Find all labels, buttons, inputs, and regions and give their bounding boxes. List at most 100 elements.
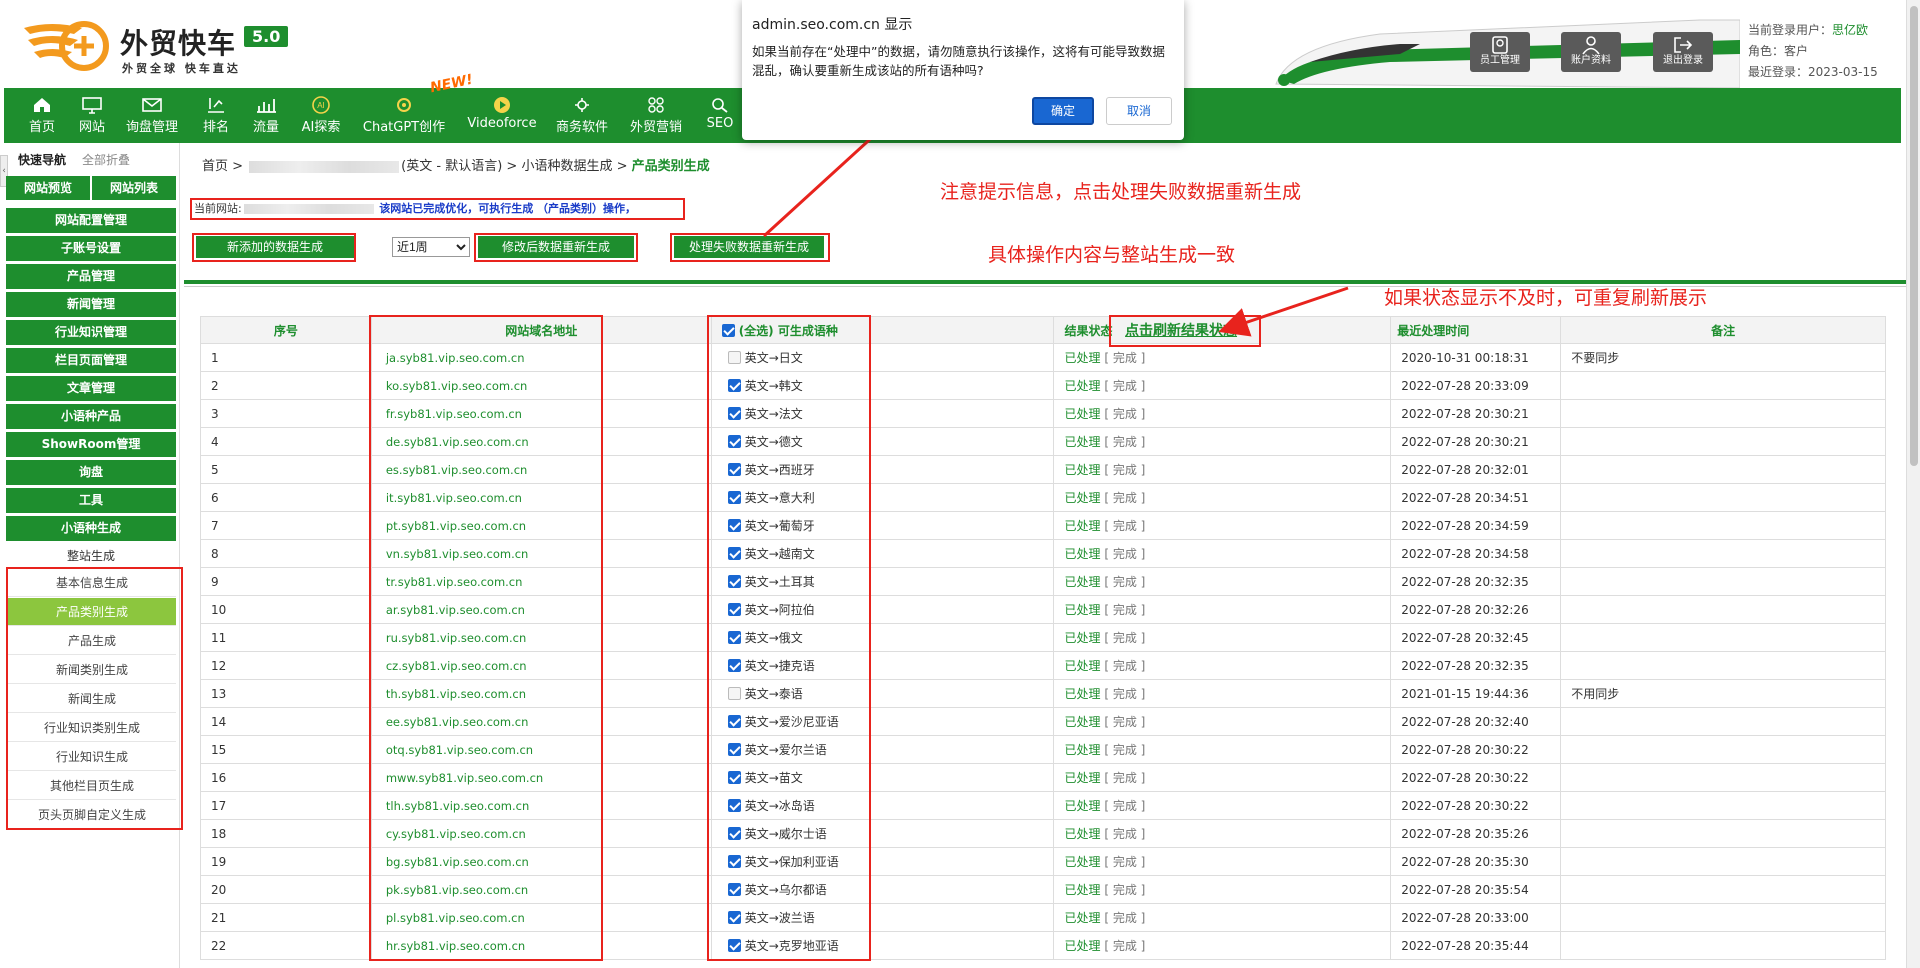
scrollbar-thumb[interactable] <box>1910 6 1918 466</box>
tab-quick-nav[interactable]: 快速导航 <box>18 151 66 168</box>
monitor-icon <box>82 97 102 114</box>
row-time: 2022-07-28 20:34:51 <box>1390 483 1562 512</box>
confirm-dialog: admin.seo.com.cn 显示 如果当前存在“处理中”的数据，请勿随意执… <box>742 0 1184 140</box>
sidebar-item-industry[interactable]: 行业知识管理 <box>6 320 176 345</box>
row-status: 已处理 [ 完成 ] <box>1053 875 1392 904</box>
chatgpt-icon <box>397 98 411 112</box>
row-index: 12 <box>200 651 372 680</box>
nav-item-marketing[interactable]: 外贸营销 <box>626 88 686 143</box>
col-index: 序号 <box>200 316 372 344</box>
sidebar-item-minor-generate[interactable]: 小语种生成 <box>6 516 176 541</box>
sidebar-item-showroom[interactable]: ShowRoom管理 <box>6 432 176 457</box>
marketing-icon <box>648 97 664 113</box>
status-processed: 已处理 <box>1064 351 1101 365</box>
nav-item-chatgpt[interactable]: ChatGPT创作 <box>358 88 450 143</box>
annotation-box-refresh <box>1109 315 1261 347</box>
sidebar-item-articles[interactable]: 文章管理 <box>6 376 176 401</box>
row-time: 2022-07-28 20:32:35 <box>1390 651 1562 680</box>
row-time: 2022-07-28 20:34:59 <box>1390 511 1562 540</box>
row-remark <box>1560 763 1886 792</box>
row-status: 已处理 [ 完成 ] <box>1053 931 1392 960</box>
annotation-box-btn2 <box>474 233 638 262</box>
site-list-button[interactable]: 网站列表 <box>92 176 176 200</box>
nav-item-ai[interactable]: AI AI探索 <box>294 88 348 143</box>
logout-icon <box>1674 37 1693 53</box>
status-done: [ 完成 ] <box>1104 771 1146 785</box>
nav-item-website[interactable]: 网站 <box>70 88 114 143</box>
row-time: 2022-07-28 20:35:26 <box>1390 819 1562 848</box>
dialog-ok-button[interactable]: 确定 <box>1032 97 1094 125</box>
status-done: [ 完成 ] <box>1104 883 1146 897</box>
logo-mark-icon <box>24 21 109 71</box>
sidebar-item-inquiry[interactable]: 询盘 <box>6 460 176 485</box>
status-processed: 已处理 <box>1064 407 1101 421</box>
row-remark <box>1560 371 1886 400</box>
dialog-cancel-button[interactable]: 取消 <box>1106 97 1172 125</box>
nav-label: 首页 <box>28 120 55 135</box>
sidebar-item-subaccount[interactable]: 子账号设置 <box>6 236 176 261</box>
status-processed: 已处理 <box>1064 519 1101 533</box>
account-label: 账户资料 <box>1571 55 1611 66</box>
status-done: [ 完成 ] <box>1104 575 1146 589</box>
period-select[interactable]: 近1周 <box>392 237 470 257</box>
nav-item-ranking[interactable]: 排名 <box>194 88 238 143</box>
row-remark <box>1560 903 1886 932</box>
nav-item-seo[interactable]: SEO <box>700 88 740 143</box>
annotation-box-languages <box>707 315 871 961</box>
status-processed: 已处理 <box>1064 435 1101 449</box>
row-status: 已处理 [ 完成 ] <box>1053 791 1392 820</box>
sidebar: ‹ 快速导航 全部折叠 网站预览 网站列表 网站配置管理 子账号设置 产品管理 … <box>0 143 183 968</box>
row-status: 已处理 [ 完成 ] <box>1053 595 1392 624</box>
nav-item-home[interactable]: 首页 <box>20 88 64 143</box>
nav-item-traffic[interactable]: 流量 <box>244 88 288 143</box>
mail-icon <box>142 98 162 112</box>
row-index: 17 <box>200 791 372 820</box>
logo[interactable]: 外贸快车 5.0 外贸全球 快车直达 <box>22 16 302 76</box>
login-name[interactable]: 思亿欧 <box>1832 23 1868 37</box>
main-content: 首页 > (英文 - 默认语言) > 小语种数据生成 > 产品类别生成 当前网站… <box>180 143 1906 968</box>
page-scrollbar[interactable] <box>1906 0 1920 968</box>
row-status: 已处理 [ 完成 ] <box>1053 903 1392 932</box>
site-preview-button[interactable]: 网站预览 <box>6 176 90 200</box>
logout-button[interactable]: 退出登录 <box>1653 32 1713 72</box>
nav-item-videoforce[interactable]: Videoforce <box>462 88 542 143</box>
status-done: [ 完成 ] <box>1104 911 1146 925</box>
col-time: 最近处理时间 <box>1390 316 1562 344</box>
row-remark <box>1560 931 1886 960</box>
row-time: 2022-07-28 20:32:40 <box>1390 707 1562 736</box>
account-button[interactable]: 账户资料 <box>1561 32 1621 72</box>
nav-label: AI探索 <box>301 120 341 135</box>
row-index: 13 <box>200 679 372 708</box>
breadcrumb-home[interactable]: 首页 > <box>202 159 243 174</box>
employee-button[interactable]: 员工管理 <box>1470 32 1530 72</box>
status-processed: 已处理 <box>1064 631 1101 645</box>
sidebar-item-tools[interactable]: 工具 <box>6 488 176 513</box>
nav-label: 外贸营销 <box>629 120 682 135</box>
breadcrumb-section[interactable]: 小语种数据生成 > <box>521 159 627 174</box>
row-status: 已处理 [ 完成 ] <box>1053 511 1392 540</box>
sidebar-item-products[interactable]: 产品管理 <box>6 264 176 289</box>
nav-label: 排名 <box>202 120 229 135</box>
sidebar-item-minor-products[interactable]: 小语种产品 <box>6 404 176 429</box>
sidebar-sub-title[interactable]: 整站生成 <box>6 544 176 568</box>
status-done: [ 完成 ] <box>1104 379 1146 393</box>
tab-collapse-all[interactable]: 全部折叠 <box>82 151 130 168</box>
breadcrumb-current: 产品类别生成 <box>631 159 710 174</box>
sidebar-top-buttons: 网站预览 网站列表 <box>6 176 176 200</box>
nav-item-software[interactable]: 商务软件 <box>552 88 612 143</box>
sidebar-item-news[interactable]: 新闻管理 <box>6 292 176 317</box>
row-time: 2022-07-28 20:30:22 <box>1390 735 1562 764</box>
row-time: 2022-07-28 20:32:01 <box>1390 455 1562 484</box>
row-status: 已处理 [ 完成 ] <box>1053 427 1392 456</box>
status-done: [ 完成 ] <box>1104 799 1146 813</box>
row-remark <box>1560 847 1886 876</box>
row-time: 2022-07-28 20:30:22 <box>1390 763 1562 792</box>
sidebar-item-columns[interactable]: 栏目页面管理 <box>6 348 176 373</box>
row-time: 2022-07-28 20:35:44 <box>1390 931 1562 960</box>
row-remark <box>1560 595 1886 624</box>
row-status: 已处理 [ 完成 ] <box>1053 567 1392 596</box>
row-remark <box>1560 567 1886 596</box>
sidebar-item-site-config[interactable]: 网站配置管理 <box>6 208 176 233</box>
nav-item-inquiry[interactable]: 询盘管理 <box>122 88 182 143</box>
breadcrumb-lang[interactable]: (英文 - 默认语言) > <box>401 159 517 174</box>
